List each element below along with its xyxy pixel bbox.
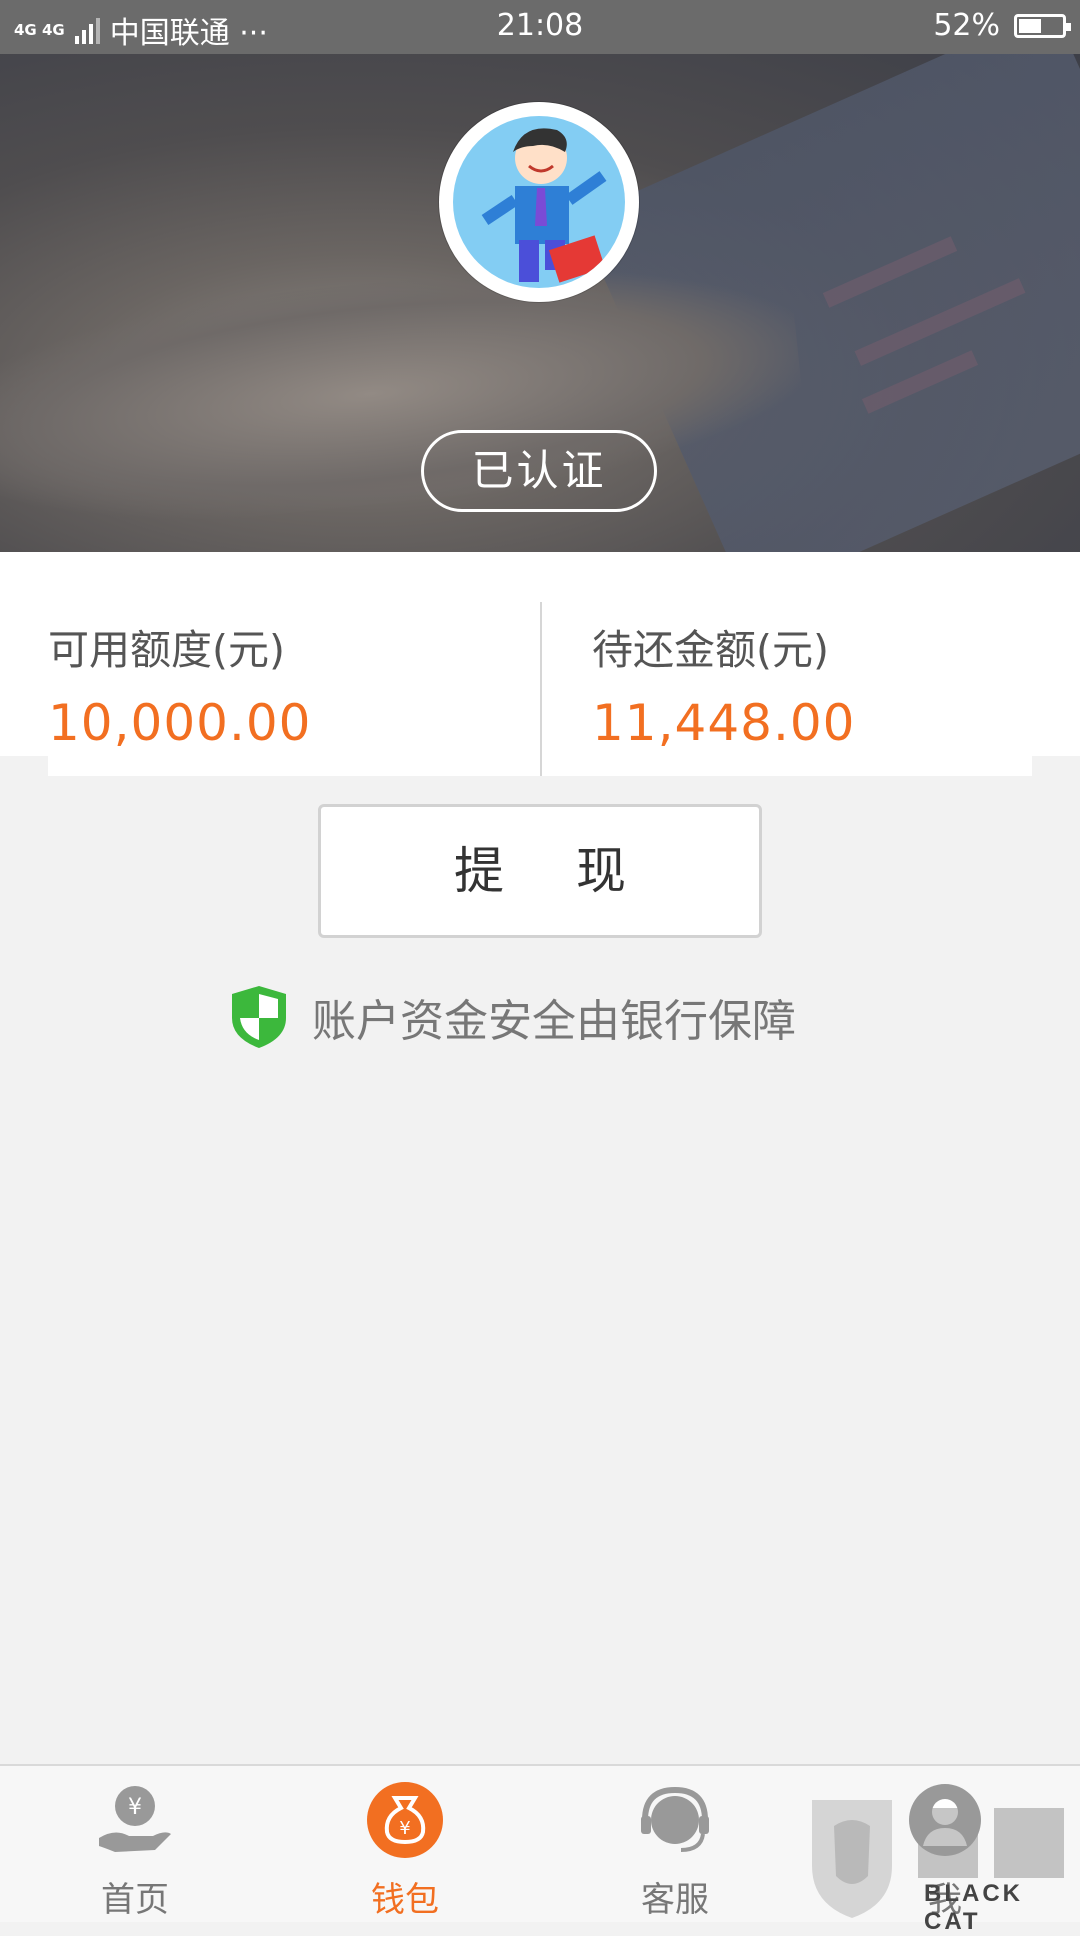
- status-time: 21:08: [496, 8, 584, 43]
- avatar-cartoon-icon: [481, 128, 607, 283]
- column-divider: [540, 602, 542, 776]
- svg-text:¥: ¥: [128, 1795, 142, 1820]
- hand-coin-icon: ¥: [99, 1786, 171, 1852]
- amount-due-label: 待还金额(元): [592, 626, 829, 674]
- watermark-text: BLACK CAT: [924, 1880, 1023, 1935]
- nav-item-home[interactable]: ¥ 首页: [0, 1766, 270, 1922]
- nav-label-support: 客服: [641, 1880, 709, 1920]
- available-credit-value: 10,000.00: [48, 694, 312, 752]
- available-credit: 可用额度(元) 10,000.00: [48, 616, 311, 752]
- battery-percent: 52%: [933, 8, 1000, 43]
- avatar[interactable]: [439, 102, 639, 302]
- verified-badge: 已认证: [421, 430, 657, 512]
- nav-item-support[interactable]: 客服: [540, 1766, 810, 1922]
- available-credit-label: 可用额度(元): [48, 626, 285, 674]
- battery-icon: [1014, 13, 1071, 38]
- svg-text:¥: ¥: [399, 1818, 410, 1839]
- security-note-text: 账户资金安全由银行保障: [312, 996, 796, 1047]
- profile-header: 已认证: [0, 54, 1080, 552]
- nav-label-home: 首页: [101, 1880, 169, 1920]
- withdraw-button[interactable]: 提 现: [318, 804, 762, 938]
- shield-icon: [232, 986, 286, 1048]
- amount-due-value: 11,448.00: [592, 694, 856, 752]
- status-bar: 4G 4G 中国联通 ··· 21:08 52%: [0, 0, 1080, 54]
- security-note: 账户资金安全由银行保障: [228, 984, 796, 1050]
- nav-item-wallet[interactable]: ¥ 钱包: [270, 1766, 540, 1922]
- amount-due: 待还金额(元) 11,448.00: [592, 616, 855, 752]
- money-bag-icon: ¥: [367, 1782, 443, 1858]
- nav-label-wallet: 钱包: [371, 1880, 439, 1920]
- headset-icon: [641, 1786, 709, 1852]
